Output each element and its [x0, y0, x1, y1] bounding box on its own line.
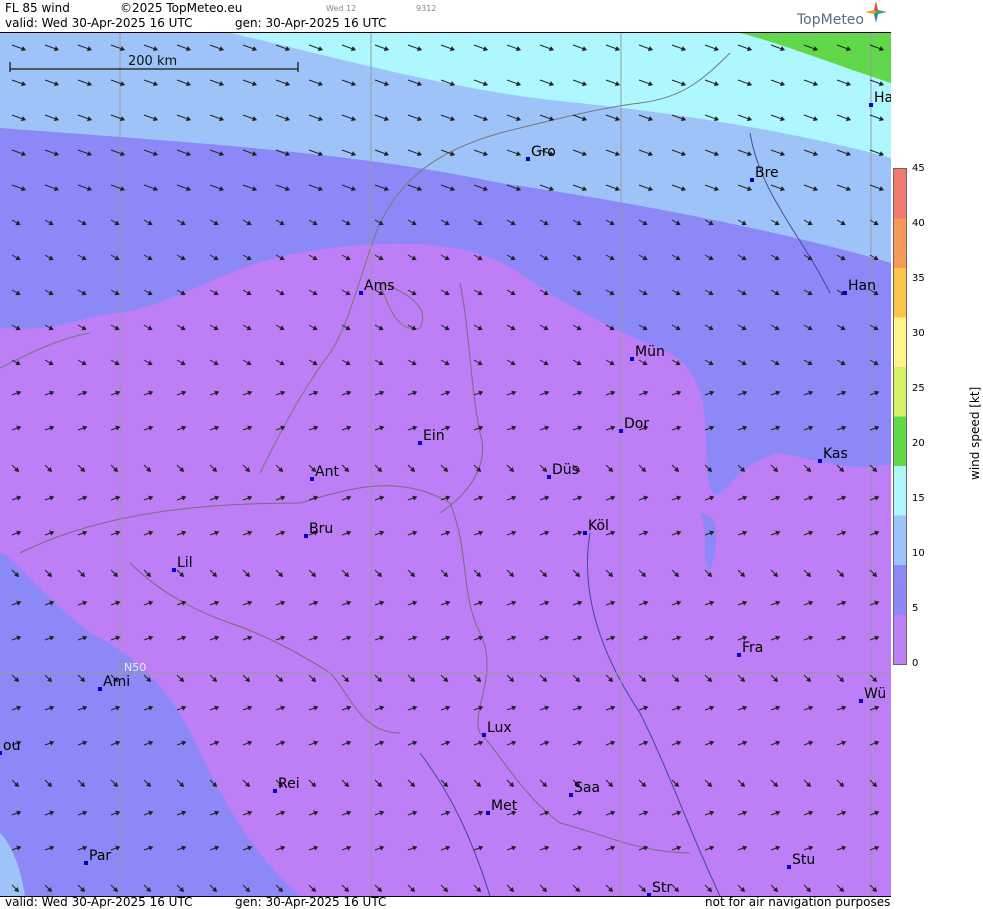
city-label: Köl	[588, 518, 609, 534]
topmeteo-logo: TopMeteo	[797, 1, 887, 28]
generated-time-label: gen: 30-Apr-2025 16 UTC	[235, 16, 387, 30]
legend-tick: 25	[912, 383, 925, 394]
city-marker	[569, 793, 573, 797]
wind-map-canvas: Ha Gro Bre Ams Han Mün Ein Dor Ant Düs Kas Bru Köl Li…	[0, 33, 891, 896]
city-marker	[630, 357, 634, 361]
logo-text: TopMeteo	[797, 12, 864, 28]
city-marker	[843, 291, 847, 295]
footer-disclaimer: not for air navigation purposes	[705, 895, 891, 909]
city-label: Rei	[278, 776, 300, 792]
city-marker	[84, 861, 88, 865]
city-marker	[818, 459, 822, 463]
city-label: Bru	[309, 521, 333, 537]
valid-time-label: valid: Wed 30-Apr-2025 16 UTC	[5, 16, 193, 30]
city-label: Kas	[823, 446, 848, 462]
run-code-label: 9312	[416, 4, 437, 13]
wind-map[interactable]: Ha Gro Bre Ams Han Mün Ein Dor Ant Düs Kas Bru Köl Li…	[0, 32, 891, 897]
city-label: Lil	[177, 555, 193, 571]
city-marker	[737, 653, 741, 657]
legend-tick: 45	[912, 163, 925, 174]
wind-speed-legend	[893, 168, 907, 665]
city-marker	[98, 687, 102, 691]
city-label: Str	[652, 880, 672, 896]
legend-title: wind speed [kt]	[968, 386, 982, 480]
legend-tick: 10	[912, 548, 925, 559]
city-label: Stu	[792, 852, 815, 868]
city-marker	[273, 789, 277, 793]
city-marker	[359, 291, 363, 295]
legend-tick: 40	[912, 218, 925, 229]
city-label: Bre	[755, 165, 779, 181]
legend-tick: 20	[912, 438, 925, 449]
city-marker	[787, 865, 791, 869]
city-marker	[547, 475, 551, 479]
latitude-label: N50	[124, 661, 146, 674]
city-label: Ha	[874, 90, 891, 106]
legend-tick: 15	[912, 493, 925, 504]
city-label: Lux	[487, 720, 512, 736]
city-marker	[583, 531, 587, 535]
city-label: Düs	[552, 462, 579, 478]
city-label: Par	[89, 848, 111, 864]
copyright-label: ©2025 TopMeteo.eu	[120, 1, 243, 15]
day-hour-label: Wed 12	[326, 4, 357, 13]
scale-label: 200 km	[128, 54, 177, 69]
city-label: Ein	[423, 428, 445, 444]
city-marker	[0, 751, 2, 755]
city-marker	[304, 534, 308, 538]
city-label: Saa	[574, 780, 600, 796]
city-marker	[418, 441, 422, 445]
legend-tick: 5	[912, 603, 919, 614]
legend-tick: 0	[912, 658, 919, 669]
city-label: Han	[848, 278, 876, 294]
product-title: FL 85 wind	[5, 1, 70, 15]
city-label: Mün	[635, 344, 665, 360]
legend-tick: 35	[912, 273, 925, 284]
city-label: Ant	[315, 464, 339, 480]
city-label: Fra	[742, 640, 763, 656]
footer-generated-time: gen: 30-Apr-2025 16 UTC	[235, 895, 387, 909]
city-marker	[869, 103, 873, 107]
city-label: Ams	[364, 278, 395, 294]
city-label: Wü	[864, 686, 886, 702]
city-marker	[647, 893, 651, 896]
city-marker	[172, 568, 176, 572]
city-marker	[750, 178, 754, 182]
city-label: Ami	[103, 674, 130, 690]
city-marker	[482, 733, 486, 737]
city-label: Gro	[531, 144, 556, 160]
city-marker	[310, 477, 314, 481]
legend-tick: 30	[912, 328, 925, 339]
city-label: ou	[3, 738, 20, 754]
footer-valid-time: valid: Wed 30-Apr-2025 16 UTC	[5, 895, 193, 909]
city-marker	[526, 157, 530, 161]
city-marker	[486, 811, 490, 815]
compass-star-icon	[865, 1, 887, 23]
city-marker	[859, 699, 863, 703]
city-label: Met	[491, 798, 518, 814]
city-label: Dor	[624, 416, 649, 432]
city-marker	[619, 429, 623, 433]
